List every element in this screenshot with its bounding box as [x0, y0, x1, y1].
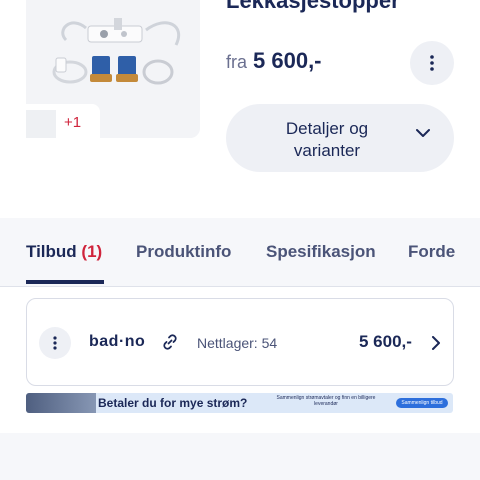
stock-status: Nettlager: 54	[197, 335, 278, 351]
offer-card[interactable]: bad·no Nettlager: 54 5 600,-	[26, 298, 454, 386]
product-thumbnail[interactable]	[26, 110, 56, 138]
vertical-dots-icon	[430, 55, 434, 71]
thumbnail-strip: +1	[26, 104, 100, 140]
details-variants-label: Detaljer og varianter	[285, 119, 369, 160]
chevron-down-icon	[416, 129, 430, 137]
tab-bar: Tilbud (1) Produktinfo Spesifikasjon For…	[0, 218, 480, 286]
shop-logo[interactable]: bad·no	[89, 333, 145, 351]
offer-price: 5 600,-	[359, 332, 412, 351]
tab-product-info[interactable]: Produktinfo	[136, 242, 231, 262]
price-prefix: fra	[226, 52, 248, 72]
link-icon[interactable]	[160, 332, 180, 352]
offers-panel: bad·no Nettlager: 54 5 600,- Betaler du …	[0, 287, 480, 433]
more-options-button[interactable]	[410, 41, 454, 85]
banner-headline: Betaler du for mye strøm?	[98, 396, 248, 410]
product-header: +1 Lekkasjestopper fra 5 600,- Detaljer o…	[0, 0, 480, 218]
tab-offers-label: Tilbud	[26, 242, 77, 261]
offer-more-button[interactable]	[39, 327, 71, 359]
tab-advantages[interactable]: Forde	[408, 242, 455, 262]
price-value: 5 600,-	[253, 48, 322, 73]
price-row: fra 5 600,-	[226, 48, 322, 74]
tab-offers[interactable]: Tilbud (1)	[26, 242, 102, 262]
active-tab-indicator	[26, 280, 104, 284]
banner-cta-button[interactable]: Sammenlign tilbud	[396, 398, 448, 408]
tab-offers-count: (1)	[81, 242, 103, 261]
ad-banner[interactable]: Betaler du for mye strøm? Sammenlign str…	[26, 393, 453, 413]
vertical-dots-icon	[53, 336, 57, 350]
product-title: Lekkasjestopper	[226, 0, 400, 13]
banner-text: Sammenlign strømavtaler og finn en billi…	[276, 395, 376, 407]
chevron-right-icon[interactable]	[431, 336, 441, 350]
details-variants-button[interactable]: Detaljer og varianter	[226, 104, 454, 172]
tab-specifications[interactable]: Spesifikasjon	[266, 242, 376, 262]
more-images-count[interactable]: +1	[64, 114, 81, 131]
banner-image	[26, 393, 96, 413]
